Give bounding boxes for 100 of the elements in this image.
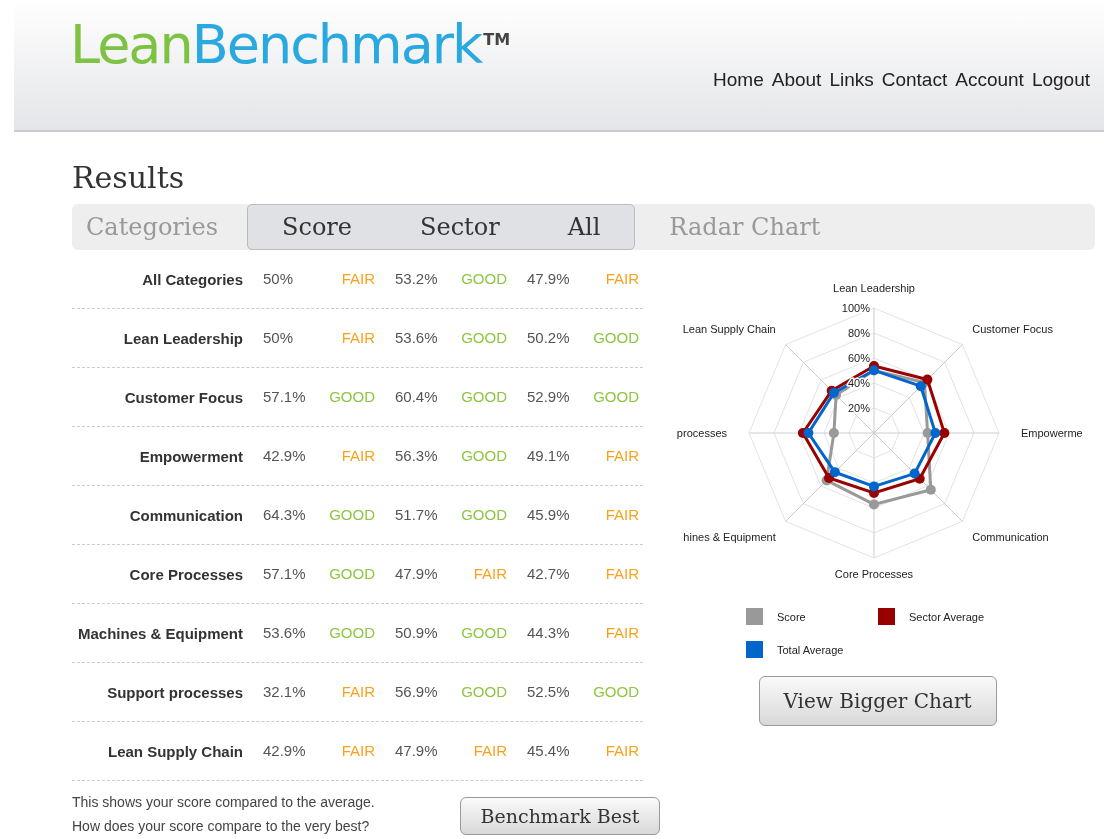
nav-link-item[interactable]: About [771, 66, 822, 95]
data-point [938, 428, 949, 438]
percent-value: 53.6% [262, 622, 307, 643]
axis-label: hines & Equipment [682, 530, 776, 543]
data-point [829, 467, 840, 478]
percent-value: 50.2% [526, 327, 571, 348]
percent-value: 51.7% [394, 504, 439, 525]
data-point [909, 468, 920, 479]
data-point [922, 428, 933, 438]
data-point [929, 428, 940, 438]
percent-value: 42.9% [262, 445, 307, 466]
rating-label: FAIR [604, 504, 639, 525]
tick-label: 20% [847, 402, 870, 414]
axis-label: Core Processes [834, 568, 913, 580]
rating-label: FAIR [604, 268, 639, 289]
column-header: Sector [419, 212, 501, 243]
category-label: Customer Focus [123, 387, 243, 408]
nav-link-item[interactable]: Links [829, 66, 874, 95]
rating-label: GOOD [460, 386, 507, 407]
rating-label: GOOD [592, 386, 639, 407]
view-bigger-chart-button[interactable]: View Bigger Chart [758, 676, 997, 726]
column-header: Radar Chart [668, 212, 822, 243]
percent-value: 32.1% [262, 681, 307, 702]
percent-value: 47.9% [394, 563, 439, 584]
percent-value: 52.5% [526, 681, 571, 702]
percent-value: 53.2% [394, 268, 439, 289]
percent-value: 50% [262, 268, 295, 289]
nav-link-item[interactable]: Logout [1031, 66, 1090, 95]
rating-label: GOOD [328, 622, 375, 643]
rating-label: GOOD [460, 445, 507, 466]
category-label: All Categories [141, 269, 243, 290]
data-point [925, 484, 936, 495]
note-text: How does your score compare to the very best? [72, 816, 371, 836]
benchmark-best-button[interactable]: Benchmark Best [460, 797, 660, 835]
category-label: Core Processes [128, 564, 243, 585]
category-label: Communication [128, 505, 243, 526]
percent-value: 52.9% [526, 386, 571, 407]
rating-label: GOOD [592, 681, 639, 702]
note-text: This shows your score compared to the average. [72, 793, 375, 812]
axis-label: Empowerme [1020, 427, 1083, 439]
rating-label: FAIR [604, 740, 639, 761]
percent-value: 49.1% [526, 445, 571, 466]
data-point [802, 428, 813, 438]
nav-link-item[interactable]: Contact [881, 66, 948, 95]
rating-label: FAIR [340, 740, 375, 761]
data-point [868, 499, 879, 510]
data-point [828, 428, 839, 438]
rating-label: GOOD [460, 504, 507, 525]
percent-value: 53.6% [394, 327, 439, 348]
percent-value: 60.4% [394, 386, 439, 407]
percent-value: 45.9% [526, 504, 571, 525]
rating-label: FAIR [340, 327, 375, 348]
rating-label: FAIR [604, 445, 639, 466]
percent-value: 42.9% [262, 740, 307, 761]
tick-label: 60% [847, 352, 870, 364]
nav-link-item[interactable]: Home [713, 66, 764, 95]
axis-label: Lean Supply Chain [682, 323, 776, 336]
rating-label: FAIR [340, 681, 375, 702]
percent-value: 50.9% [394, 622, 439, 643]
data-point [868, 481, 879, 492]
rating-label: GOOD [460, 327, 507, 348]
rating-label: GOOD [460, 622, 507, 643]
column-header: All [566, 212, 602, 243]
percent-value: 57.1% [262, 386, 307, 407]
rating-label: FAIR [604, 622, 639, 643]
axis-label: Communication [971, 530, 1049, 543]
category-label: Lean Leadership [122, 328, 243, 349]
percent-value: 57.1% [262, 563, 307, 584]
legend-label: Score [776, 611, 806, 623]
axis-label: Lean Leadership [832, 282, 915, 294]
column-header: Score [281, 212, 353, 243]
percent-value: 45.4% [526, 740, 571, 761]
legend-label: Sector Average [908, 611, 984, 623]
column-header: Categories [85, 212, 219, 243]
rating-label: GOOD [592, 327, 639, 348]
page-title: Results [72, 160, 186, 196]
percent-value: 44.3% [526, 622, 571, 643]
legend-label: Total Average [776, 644, 843, 656]
nav-link-item[interactable]: Account [955, 66, 1024, 95]
category-label: Empowerment [138, 446, 243, 467]
rating-label: GOOD [328, 504, 375, 525]
tick-label: 100% [841, 302, 870, 314]
rating-label: GOOD [328, 563, 375, 584]
tick-label: 80% [847, 327, 870, 339]
rating-label: FAIR [340, 268, 375, 289]
percent-value: 42.7% [526, 563, 571, 584]
axis-label: Customer Focus [971, 323, 1053, 336]
rating-label: FAIR [472, 740, 507, 761]
percent-value: 56.9% [394, 681, 439, 702]
rating-label: FAIR [340, 445, 375, 466]
rating-label: FAIR [604, 563, 639, 584]
rating-label: FAIR [472, 563, 507, 584]
percent-value: 64.3% [262, 504, 307, 525]
category-label: Lean Supply Chain [107, 741, 243, 762]
percent-value: 47.9% [526, 268, 571, 289]
percent-value: 47.9% [394, 740, 439, 761]
percent-value: 50% [262, 327, 295, 348]
rating-label: GOOD [460, 268, 507, 289]
axis-label: processes [676, 427, 727, 439]
category-label: Machines & Equipment [76, 623, 243, 644]
